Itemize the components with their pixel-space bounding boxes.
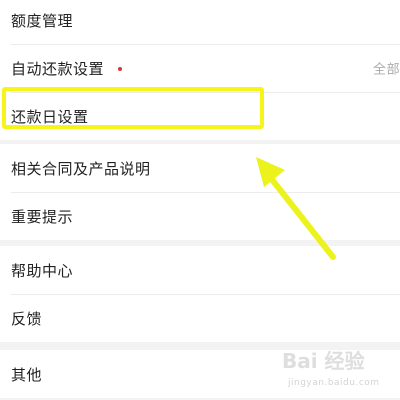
menu-item-label: 还款日设置	[11, 107, 89, 126]
menu-item-label: 自动还款设置	[11, 59, 105, 78]
menu-item-label: 反馈	[11, 309, 43, 328]
menu-item-label: 其他	[11, 365, 43, 384]
menu-item-repayment-day-settings[interactable]: 还款日设置	[0, 92, 400, 140]
menu-item-contracts-product-info[interactable]: 相关合同及产品说明	[0, 144, 400, 192]
settings-group-documents: 相关合同及产品说明 重要提示	[0, 144, 400, 240]
menu-item-feedback[interactable]: 反馈	[0, 294, 400, 342]
menu-item-label: 帮助中心	[11, 261, 74, 280]
menu-item-important-notice[interactable]: 重要提示	[0, 192, 400, 240]
menu-item-credit-management[interactable]: 额度管理	[0, 0, 400, 44]
settings-group-other: 其他	[0, 350, 400, 398]
menu-item-help-center[interactable]: 帮助中心	[0, 246, 400, 294]
menu-item-auto-repayment-settings[interactable]: 自动还款设置 全部	[0, 44, 400, 92]
menu-item-value: 全部	[372, 62, 400, 78]
settings-group-account: 额度管理 自动还款设置 全部 还款日设置	[0, 0, 400, 140]
menu-item-other[interactable]: 其他	[0, 350, 400, 398]
settings-group-support: 帮助中心 反馈	[0, 246, 400, 342]
menu-item-label: 重要提示	[11, 207, 74, 226]
settings-list: 额度管理 自动还款设置 全部 还款日设置 相关合同及产品说明 重要提示 帮助中心…	[0, 0, 400, 400]
menu-item-label: 额度管理	[11, 11, 74, 30]
red-dot-badge	[118, 66, 123, 71]
menu-item-label: 相关合同及产品说明	[11, 159, 151, 178]
